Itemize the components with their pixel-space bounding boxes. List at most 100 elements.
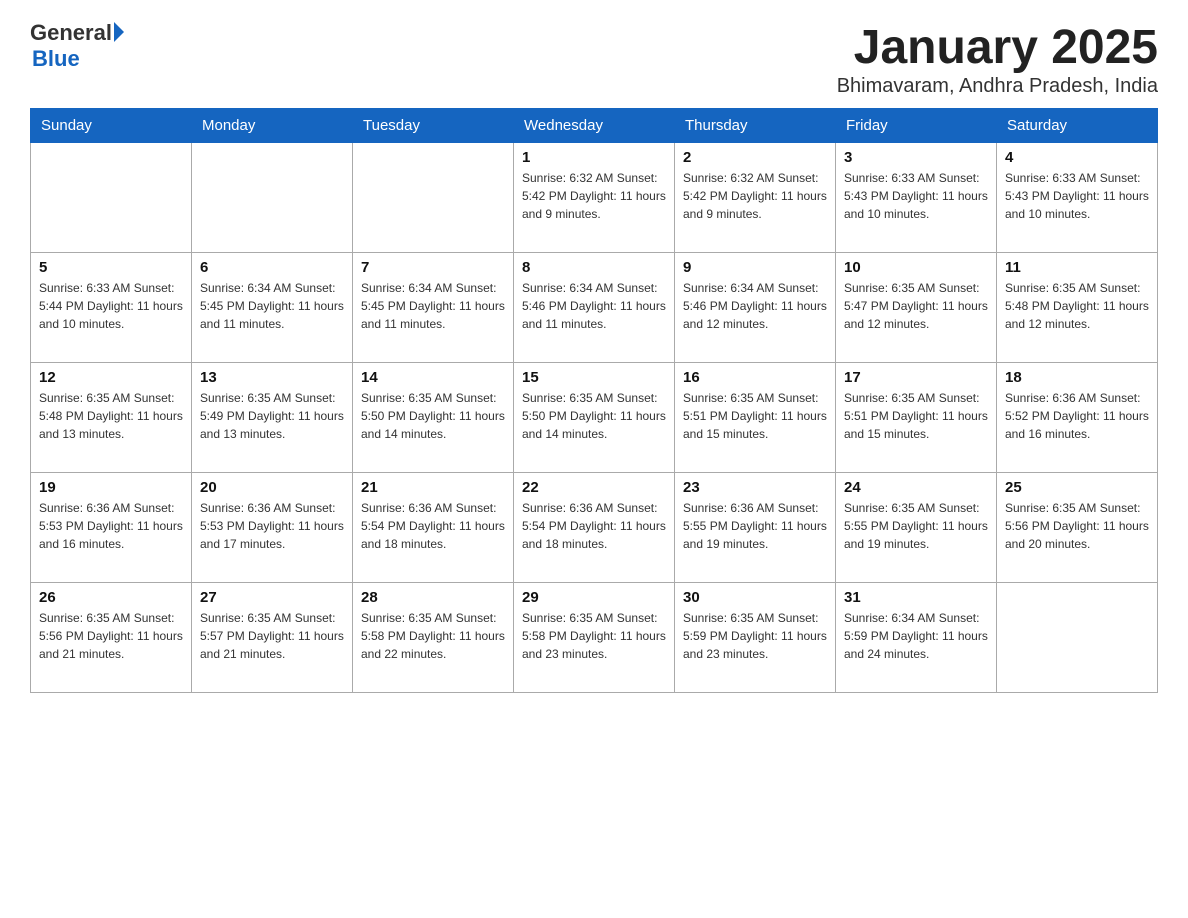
calendar-cell: 31 Sunrise: 6:34 AM Sunset: 5:59 PM Dayli… <box>836 583 997 693</box>
day-number: 1 <box>522 149 666 166</box>
day-number: 22 <box>522 479 666 496</box>
weekday-header-friday: Friday <box>836 109 997 143</box>
day-number: 14 <box>361 369 505 386</box>
day-info: Sunrise: 6:35 AM Sunset: 5:49 PM Dayligh… <box>200 389 344 443</box>
day-number: 7 <box>361 259 505 276</box>
day-number: 2 <box>683 149 827 166</box>
day-info: Sunrise: 6:34 AM Sunset: 5:59 PM Dayligh… <box>844 609 988 663</box>
calendar-cell: 2 Sunrise: 6:32 AM Sunset: 5:42 PM Daylig… <box>675 143 836 253</box>
weekday-header-monday: Monday <box>192 109 353 143</box>
day-info: Sunrise: 6:35 AM Sunset: 5:50 PM Dayligh… <box>522 389 666 443</box>
day-number: 8 <box>522 259 666 276</box>
day-info: Sunrise: 6:33 AM Sunset: 5:44 PM Dayligh… <box>39 279 183 333</box>
day-info: Sunrise: 6:35 AM Sunset: 5:51 PM Dayligh… <box>844 389 988 443</box>
day-info: Sunrise: 6:35 AM Sunset: 5:58 PM Dayligh… <box>522 609 666 663</box>
day-info: Sunrise: 6:35 AM Sunset: 5:57 PM Dayligh… <box>200 609 344 663</box>
day-info: Sunrise: 6:33 AM Sunset: 5:43 PM Dayligh… <box>844 169 988 223</box>
day-number: 19 <box>39 479 183 496</box>
calendar-cell: 9 Sunrise: 6:34 AM Sunset: 5:46 PM Daylig… <box>675 253 836 363</box>
weekday-header-sunday: Sunday <box>31 109 192 143</box>
calendar-cell: 3 Sunrise: 6:33 AM Sunset: 5:43 PM Daylig… <box>836 143 997 253</box>
day-number: 30 <box>683 589 827 606</box>
day-info: Sunrise: 6:35 AM Sunset: 5:56 PM Dayligh… <box>1005 499 1149 553</box>
day-info: Sunrise: 6:36 AM Sunset: 5:54 PM Dayligh… <box>361 499 505 553</box>
day-info: Sunrise: 6:35 AM Sunset: 5:58 PM Dayligh… <box>361 609 505 663</box>
calendar-cell: 18 Sunrise: 6:36 AM Sunset: 5:52 PM Dayli… <box>997 363 1158 473</box>
calendar-cell: 17Sunrise: 6:35 AM Sunset: 5:51 PM Dayli… <box>836 363 997 473</box>
weekday-header-tuesday: Tuesday <box>353 109 514 143</box>
day-info: Sunrise: 6:33 AM Sunset: 5:43 PM Dayligh… <box>1005 169 1149 223</box>
day-number: 13 <box>200 369 344 386</box>
day-number: 18 <box>1005 369 1149 386</box>
calendar-cell: 13 Sunrise: 6:35 AM Sunset: 5:49 PM Dayli… <box>192 363 353 473</box>
day-number: 4 <box>1005 149 1149 166</box>
calendar-cell: 14Sunrise: 6:35 AM Sunset: 5:50 PM Dayli… <box>353 363 514 473</box>
title-block: January 2025 Bhimavaram, Andhra Pradesh,… <box>837 20 1158 98</box>
day-number: 26 <box>39 589 183 606</box>
day-number: 20 <box>200 479 344 496</box>
day-number: 21 <box>361 479 505 496</box>
day-info: Sunrise: 6:35 AM Sunset: 5:47 PM Dayligh… <box>844 279 988 333</box>
calendar-cell <box>353 143 514 253</box>
calendar-week-2: 5 Sunrise: 6:33 AM Sunset: 5:44 PM Daylig… <box>31 253 1158 363</box>
day-number: 3 <box>844 149 988 166</box>
day-number: 31 <box>844 589 988 606</box>
day-info: Sunrise: 6:34 AM Sunset: 5:45 PM Dayligh… <box>200 279 344 333</box>
calendar-cell: 15 Sunrise: 6:35 AM Sunset: 5:50 PM Dayli… <box>514 363 675 473</box>
day-info: Sunrise: 6:35 AM Sunset: 5:56 PM Dayligh… <box>39 609 183 663</box>
calendar-cell: 16Sunrise: 6:35 AM Sunset: 5:51 PM Dayli… <box>675 363 836 473</box>
day-number: 12 <box>39 369 183 386</box>
location: Bhimavaram, Andhra Pradesh, India <box>837 75 1158 98</box>
weekday-header-wednesday: Wednesday <box>514 109 675 143</box>
calendar-cell: 12 Sunrise: 6:35 AM Sunset: 5:48 PM Dayli… <box>31 363 192 473</box>
logo-blue: Blue <box>32 46 80 72</box>
day-info: Sunrise: 6:36 AM Sunset: 5:54 PM Dayligh… <box>522 499 666 553</box>
day-info: Sunrise: 6:34 AM Sunset: 5:46 PM Dayligh… <box>522 279 666 333</box>
logo-arrow-icon <box>114 22 124 42</box>
day-number: 29 <box>522 589 666 606</box>
day-info: Sunrise: 6:35 AM Sunset: 5:51 PM Dayligh… <box>683 389 827 443</box>
day-info: Sunrise: 6:34 AM Sunset: 5:45 PM Dayligh… <box>361 279 505 333</box>
day-info: Sunrise: 6:32 AM Sunset: 5:42 PM Dayligh… <box>683 169 827 223</box>
day-info: Sunrise: 6:36 AM Sunset: 5:53 PM Dayligh… <box>39 499 183 553</box>
day-info: Sunrise: 6:35 AM Sunset: 5:48 PM Dayligh… <box>39 389 183 443</box>
logo-general: General <box>30 20 112 46</box>
day-info: Sunrise: 6:36 AM Sunset: 5:52 PM Dayligh… <box>1005 389 1149 443</box>
day-number: 10 <box>844 259 988 276</box>
day-number: 23 <box>683 479 827 496</box>
calendar-cell: 5 Sunrise: 6:33 AM Sunset: 5:44 PM Daylig… <box>31 253 192 363</box>
weekday-header-saturday: Saturday <box>997 109 1158 143</box>
calendar-cell: 11Sunrise: 6:35 AM Sunset: 5:48 PM Dayli… <box>997 253 1158 363</box>
day-info: Sunrise: 6:34 AM Sunset: 5:46 PM Dayligh… <box>683 279 827 333</box>
day-info: Sunrise: 6:32 AM Sunset: 5:42 PM Dayligh… <box>522 169 666 223</box>
calendar-cell: 1 Sunrise: 6:32 AM Sunset: 5:42 PM Daylig… <box>514 143 675 253</box>
calendar-cell: 19 Sunrise: 6:36 AM Sunset: 5:53 PM Dayli… <box>31 473 192 583</box>
calendar-cell: 24Sunrise: 6:35 AM Sunset: 5:55 PM Dayli… <box>836 473 997 583</box>
calendar-cell: 4 Sunrise: 6:33 AM Sunset: 5:43 PM Daylig… <box>997 143 1158 253</box>
calendar-cell: 22 Sunrise: 6:36 AM Sunset: 5:54 PM Dayli… <box>514 473 675 583</box>
day-info: Sunrise: 6:35 AM Sunset: 5:59 PM Dayligh… <box>683 609 827 663</box>
calendar-cell: 8 Sunrise: 6:34 AM Sunset: 5:46 PM Daylig… <box>514 253 675 363</box>
month-title: January 2025 <box>837 20 1158 75</box>
weekday-header-thursday: Thursday <box>675 109 836 143</box>
calendar-cell <box>31 143 192 253</box>
calendar-cell: 10 Sunrise: 6:35 AM Sunset: 5:47 PM Dayli… <box>836 253 997 363</box>
day-number: 5 <box>39 259 183 276</box>
calendar-week-1: 1 Sunrise: 6:32 AM Sunset: 5:42 PM Daylig… <box>31 143 1158 253</box>
day-number: 6 <box>200 259 344 276</box>
page-header: General Blue January 2025 Bhimavaram, An… <box>30 20 1158 98</box>
calendar-cell <box>997 583 1158 693</box>
calendar-cell: 21 Sunrise: 6:36 AM Sunset: 5:54 PM Dayli… <box>353 473 514 583</box>
calendar-cell: 26 Sunrise: 6:35 AM Sunset: 5:56 PM Dayli… <box>31 583 192 693</box>
calendar-week-4: 19 Sunrise: 6:36 AM Sunset: 5:53 PM Dayli… <box>31 473 1158 583</box>
day-number: 27 <box>200 589 344 606</box>
calendar-cell: 27 Sunrise: 6:35 AM Sunset: 5:57 PM Dayli… <box>192 583 353 693</box>
day-info: Sunrise: 6:35 AM Sunset: 5:48 PM Dayligh… <box>1005 279 1149 333</box>
day-number: 9 <box>683 259 827 276</box>
calendar-cell: 20Sunrise: 6:36 AM Sunset: 5:53 PM Dayli… <box>192 473 353 583</box>
calendar-cell: 23Sunrise: 6:36 AM Sunset: 5:55 PM Dayli… <box>675 473 836 583</box>
calendar-table: SundayMondayTuesdayWednesdayThursdayFrid… <box>30 108 1158 693</box>
calendar-cell: 6 Sunrise: 6:34 AM Sunset: 5:45 PM Daylig… <box>192 253 353 363</box>
calendar-cell: 29 Sunrise: 6:35 AM Sunset: 5:58 PM Dayli… <box>514 583 675 693</box>
day-number: 15 <box>522 369 666 386</box>
